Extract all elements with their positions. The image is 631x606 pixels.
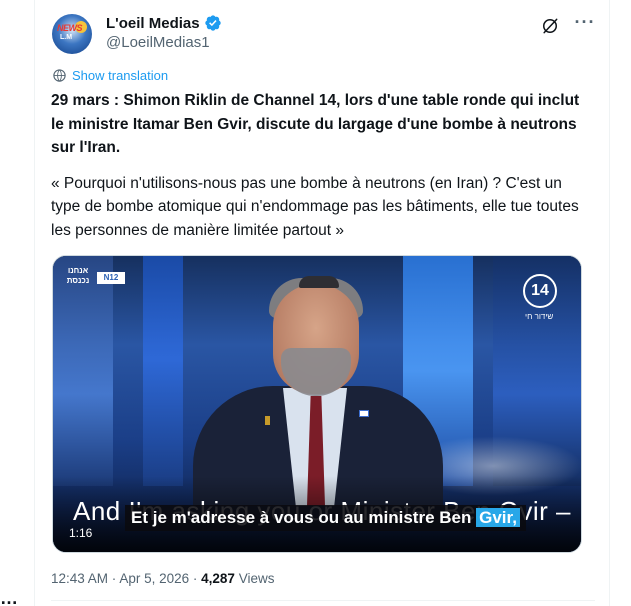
tweet-date[interactable]: Apr 5, 2026: [119, 571, 189, 586]
more-options-button[interactable]: ···: [572, 12, 598, 36]
views-count[interactable]: 4,287: [201, 571, 235, 586]
author-handle[interactable]: @LoeilMedias1: [106, 34, 210, 51]
tweet-card[interactable]: NEWS L.M L'oeil Medias @LoeilMedias1 ···…: [34, 0, 610, 606]
meta-separator: ·: [108, 571, 120, 586]
studio-panel: [53, 256, 113, 486]
divider: [51, 600, 595, 601]
avatar-logo-text: NEWS: [57, 23, 83, 33]
verified-badge-icon: [204, 15, 221, 31]
translated-subtitle-text: Et je m'adresse à vous ou au ministre Be…: [131, 508, 477, 527]
video-player[interactable]: אנחנו נכנסת N12 14 שידור חי And I'm aski…: [52, 255, 582, 553]
gutter-paren: ): [0, 496, 1, 536]
channel-live-label: שידור חי: [525, 312, 554, 321]
lapel-pin: [265, 416, 270, 425]
tweet-metadata: 12:43 AM · Apr 5, 2026 · 4,287 Views: [51, 571, 274, 586]
tweet-quote: « Pourquoi n'utilisons-nous pas une bomb…: [51, 174, 579, 239]
show-translation-label[interactable]: Show translation: [72, 68, 168, 83]
speaker-kippa: [299, 276, 339, 288]
video-timestamp: 1:16: [69, 526, 93, 540]
studio-panel: [143, 256, 183, 486]
globe-icon: [53, 69, 66, 82]
tweet-text: 29 mars : Shimon Riklin de Channel 14, l…: [51, 89, 581, 242]
avatar[interactable]: NEWS L.M: [52, 14, 92, 54]
translated-subtitle: Et je m'adresse à vous ou au ministre Be…: [125, 505, 526, 531]
broadcaster-logo-box: N12: [97, 272, 125, 284]
tweet-time[interactable]: 12:43 AM: [51, 571, 108, 586]
translated-subtitle-highlight: Gvir,: [476, 508, 520, 527]
author-name-row: L'oeil Medias: [106, 14, 222, 32]
meta-separator: ·: [189, 571, 202, 586]
grok-button[interactable]: [538, 14, 562, 38]
show-translation-link[interactable]: Show translation: [52, 68, 168, 83]
channel-14-logo: 14: [523, 274, 557, 308]
left-gutter: ) …: [0, 0, 34, 606]
flag-pin: [359, 410, 369, 417]
broadcaster-logo: אנחנו נכנסת N12: [63, 266, 127, 290]
tweet-headline: 29 mars : Shimon Riklin de Channel 14, l…: [51, 92, 580, 156]
video-frame: אנחנו נכנסת N12 14 שידור חי And I'm aski…: [53, 256, 581, 552]
gutter-ellipsis: …: [0, 588, 19, 606]
speaker-figure: [183, 276, 453, 506]
views-label: Views: [238, 571, 275, 586]
tweet-header: NEWS L.M L'oeil Medias @LoeilMedias1 ···: [50, 12, 600, 56]
grok-icon: [543, 18, 558, 34]
right-gutter: [611, 0, 631, 606]
avatar-logo-subtext: L.M: [60, 34, 73, 41]
author-display-name[interactable]: L'oeil Medias: [106, 15, 200, 32]
broadcaster-logo-hebrew: אנחנו נכנסת: [66, 266, 90, 285]
